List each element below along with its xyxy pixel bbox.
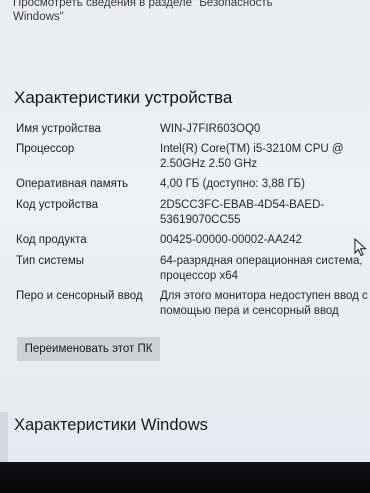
spec-label: Код устройства <box>16 199 98 211</box>
spec-label: Перо и сенсорный ввод <box>16 290 143 302</box>
security-link-note[interactable]: Просмотреть сведения в разделе "Безопасн… <box>13 0 333 24</box>
scrollbar[interactable] <box>0 412 8 462</box>
windows-specs-title: Характеристики Windows <box>14 416 208 434</box>
security-link-line1[interactable]: Просмотреть сведения в разделе "Безопасн… <box>13 0 333 10</box>
spec-value: 64-разрядная операционная система, проце… <box>160 255 363 282</box>
rename-pc-button[interactable]: Переименовать этот ПК <box>17 337 160 361</box>
spec-value: 4,00 ГБ (доступно: 3,88 ГБ) <box>160 178 305 190</box>
spec-label: Имя устройства <box>16 123 101 135</box>
device-specs-title: Характеристики устройства <box>14 88 233 107</box>
spec-value: Для этого монитора недоступен ввод с пом… <box>160 290 368 317</box>
spec-value: WIN-J7FIR603OQ0 <box>160 123 261 135</box>
spec-value: 2D5CC3FC-EBAB-4D54-BAED-53619070CC55 <box>160 199 325 226</box>
taskbar <box>0 462 370 493</box>
spec-label: Оперативная память <box>16 178 129 190</box>
spec-value: 00425-00000-00002-AA242 <box>160 234 302 246</box>
security-link-line2[interactable]: Windows" <box>13 10 333 24</box>
spec-value: Intel(R) Core(TM) i5-3210M CPU @ 2.50GHz… <box>160 143 344 170</box>
spec-label: Код продукта <box>16 234 87 246</box>
settings-about-page: Просмотреть сведения в разделе "Безопасн… <box>0 0 370 462</box>
spec-label: Процессор <box>16 143 75 155</box>
spec-label: Тип системы <box>16 255 84 267</box>
mouse-pointer-icon <box>354 238 367 257</box>
